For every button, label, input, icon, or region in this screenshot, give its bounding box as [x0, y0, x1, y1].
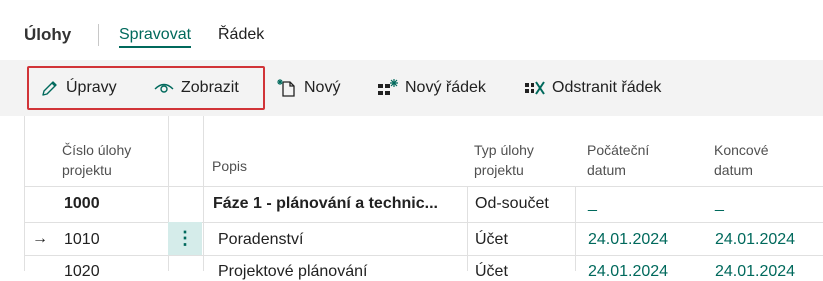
delete-line-button-label: Odstranit řádek	[552, 79, 662, 96]
new-document-icon	[277, 79, 295, 97]
end-date-cell[interactable]: 24.01.2024	[715, 263, 795, 281]
column-header-end-date[interactable]: Koncové datum	[714, 140, 768, 180]
task-no-cell[interactable]: 1010	[64, 231, 100, 249]
task-type-cell[interactable]: Účet	[475, 263, 508, 281]
column-header-task-no[interactable]: Číslo úlohy projektu	[62, 140, 131, 180]
column-separator	[575, 186, 576, 271]
task-type-cell[interactable]: Od-součet	[475, 195, 549, 213]
start-date-cell[interactable]: _	[588, 195, 597, 213]
new-button[interactable]: Nový	[276, 77, 340, 99]
new-line-button[interactable]: Nový řádek	[377, 77, 486, 99]
selected-row-arrow-icon: →	[32, 230, 48, 247]
column-separator	[467, 186, 468, 271]
new-button-label: Nový	[304, 79, 341, 96]
start-date-cell[interactable]: 24.01.2024	[588, 263, 668, 281]
column-header-task-type[interactable]: Typ úlohy projektu	[474, 140, 534, 180]
header-divider	[24, 186, 823, 187]
end-date-cell[interactable]: _	[715, 195, 724, 213]
new-line-icon	[378, 79, 398, 95]
description-cell[interactable]: Poradenství	[218, 231, 303, 249]
row-divider	[24, 222, 823, 223]
task-type-cell[interactable]: Účet	[475, 231, 508, 249]
highlight-box	[27, 66, 265, 110]
start-date-cell[interactable]: 24.01.2024	[588, 231, 668, 249]
tab-spravovat[interactable]: Spravovat	[119, 26, 192, 48]
delete-line-button[interactable]: Odstranit řádek	[524, 77, 661, 99]
new-line-button-label: Nový řádek	[405, 79, 486, 96]
task-no-cell[interactable]: 1000	[64, 195, 100, 213]
column-header-description[interactable]: Popis	[212, 156, 247, 176]
tab-divider	[98, 24, 99, 46]
row-menu-icon[interactable]: ⋮	[168, 222, 202, 255]
delete-line-icon	[525, 81, 545, 95]
description-cell[interactable]: Fáze 1 - plánování a technic...	[213, 195, 438, 213]
row-divider	[24, 255, 823, 256]
tab-radek[interactable]: Řádek	[218, 26, 264, 44]
grid-border-left	[24, 116, 25, 271]
description-cell[interactable]: Projektové plánování	[218, 263, 367, 281]
page-title: Úlohy	[24, 25, 72, 44]
column-header-start-date[interactable]: Počáteční datum	[587, 140, 649, 180]
task-no-cell[interactable]: 1020	[64, 263, 100, 281]
end-date-cell[interactable]: 24.01.2024	[715, 231, 795, 249]
page-header: Úlohy Spravovat Řádek	[0, 0, 823, 60]
column-separator	[203, 116, 204, 271]
task-grid: Číslo úlohy projektu Popis Typ úlohy pro…	[24, 116, 823, 280]
